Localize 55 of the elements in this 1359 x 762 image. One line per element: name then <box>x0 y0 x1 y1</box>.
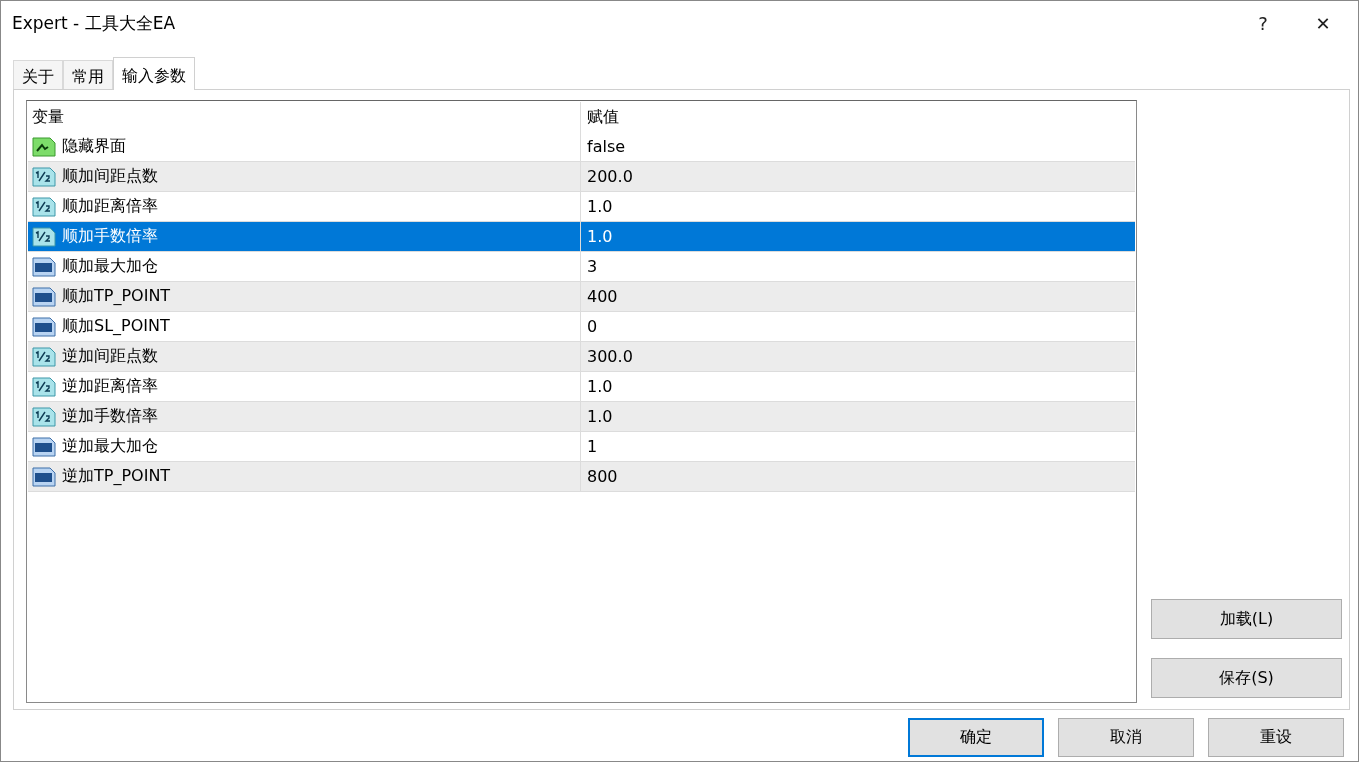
parameter-value: 1 <box>587 437 598 456</box>
fraction-type-icon <box>32 195 56 218</box>
help-button[interactable]: ? <box>1238 3 1288 43</box>
tab[interactable]: 输入参数 <box>113 57 195 90</box>
tab[interactable]: 关于 <box>13 60 63 90</box>
parameter-row[interactable]: 顺加间距点数 200.0 <box>28 162 1135 192</box>
fraction-type-icon <box>32 345 56 368</box>
parameter-value: false <box>587 137 626 156</box>
parameter-name: 逆加TP_POINT <box>62 466 171 487</box>
dialog-button[interactable]: 确定 <box>908 718 1044 757</box>
parameter-value: 300.0 <box>587 347 633 366</box>
column-header[interactable]: 变量 <box>32 106 64 128</box>
number-type-icon <box>32 315 56 338</box>
parameter-name: 顺加SL_POINT <box>62 316 170 337</box>
window-title: Expert - 工具大全EA <box>12 11 177 35</box>
tab[interactable]: 常用 <box>63 60 113 90</box>
parameter-value: 200.0 <box>587 167 633 186</box>
parameter-name: 顺加最大加仓 <box>62 256 158 277</box>
parameter-value: 400 <box>587 287 618 306</box>
parameter-value: 3 <box>587 257 598 276</box>
parameter-row[interactable]: 逆加手数倍率 1.0 <box>28 402 1135 432</box>
parameter-name: 逆加距离倍率 <box>62 376 158 397</box>
side-button[interactable]: 保存(S) <box>1151 658 1342 698</box>
parameter-name: 逆加最大加仓 <box>62 436 158 457</box>
parameter-value: 1.0 <box>587 197 613 216</box>
number-type-icon <box>32 435 56 458</box>
side-button[interactable]: 加载(L) <box>1151 599 1342 639</box>
parameter-row[interactable]: 顺加TP_POINT 400 <box>28 282 1135 312</box>
parameter-value: 0 <box>587 317 598 336</box>
bool-type-icon <box>32 135 56 158</box>
parameter-name: 逆加间距点数 <box>62 346 158 367</box>
fraction-type-icon <box>32 225 56 248</box>
fraction-type-icon <box>32 165 56 188</box>
number-type-icon <box>32 465 56 488</box>
parameter-name: 顺加间距点数 <box>62 166 158 187</box>
close-button[interactable]: ✕ <box>1288 3 1358 43</box>
parameter-value: 1.0 <box>587 377 613 396</box>
parameter-name: 顺加手数倍率 <box>62 226 158 247</box>
parameter-name: 顺加TP_POINT <box>62 286 171 307</box>
fraction-type-icon <box>32 375 56 398</box>
dialog-button[interactable]: 取消 <box>1058 718 1194 757</box>
parameter-value: 1.0 <box>587 407 613 426</box>
column-header[interactable]: 赋值 <box>587 106 619 128</box>
number-type-icon <box>32 285 56 308</box>
dialog-button[interactable]: 重设 <box>1208 718 1344 757</box>
parameter-name: 顺加距离倍率 <box>62 196 158 217</box>
parameter-value: 800 <box>587 467 618 486</box>
parameter-row[interactable]: 顺加手数倍率 1.0 <box>28 222 1135 252</box>
parameter-value: 1.0 <box>587 227 613 246</box>
number-type-icon <box>32 255 56 278</box>
parameter-row[interactable]: 逆加TP_POINT 800 <box>28 462 1135 492</box>
parameter-name: 逆加手数倍率 <box>62 406 158 427</box>
parameter-name: 隐藏界面 <box>62 136 126 157</box>
parameter-row[interactable]: 逆加间距点数 300.0 <box>28 342 1135 372</box>
fraction-type-icon <box>32 405 56 428</box>
